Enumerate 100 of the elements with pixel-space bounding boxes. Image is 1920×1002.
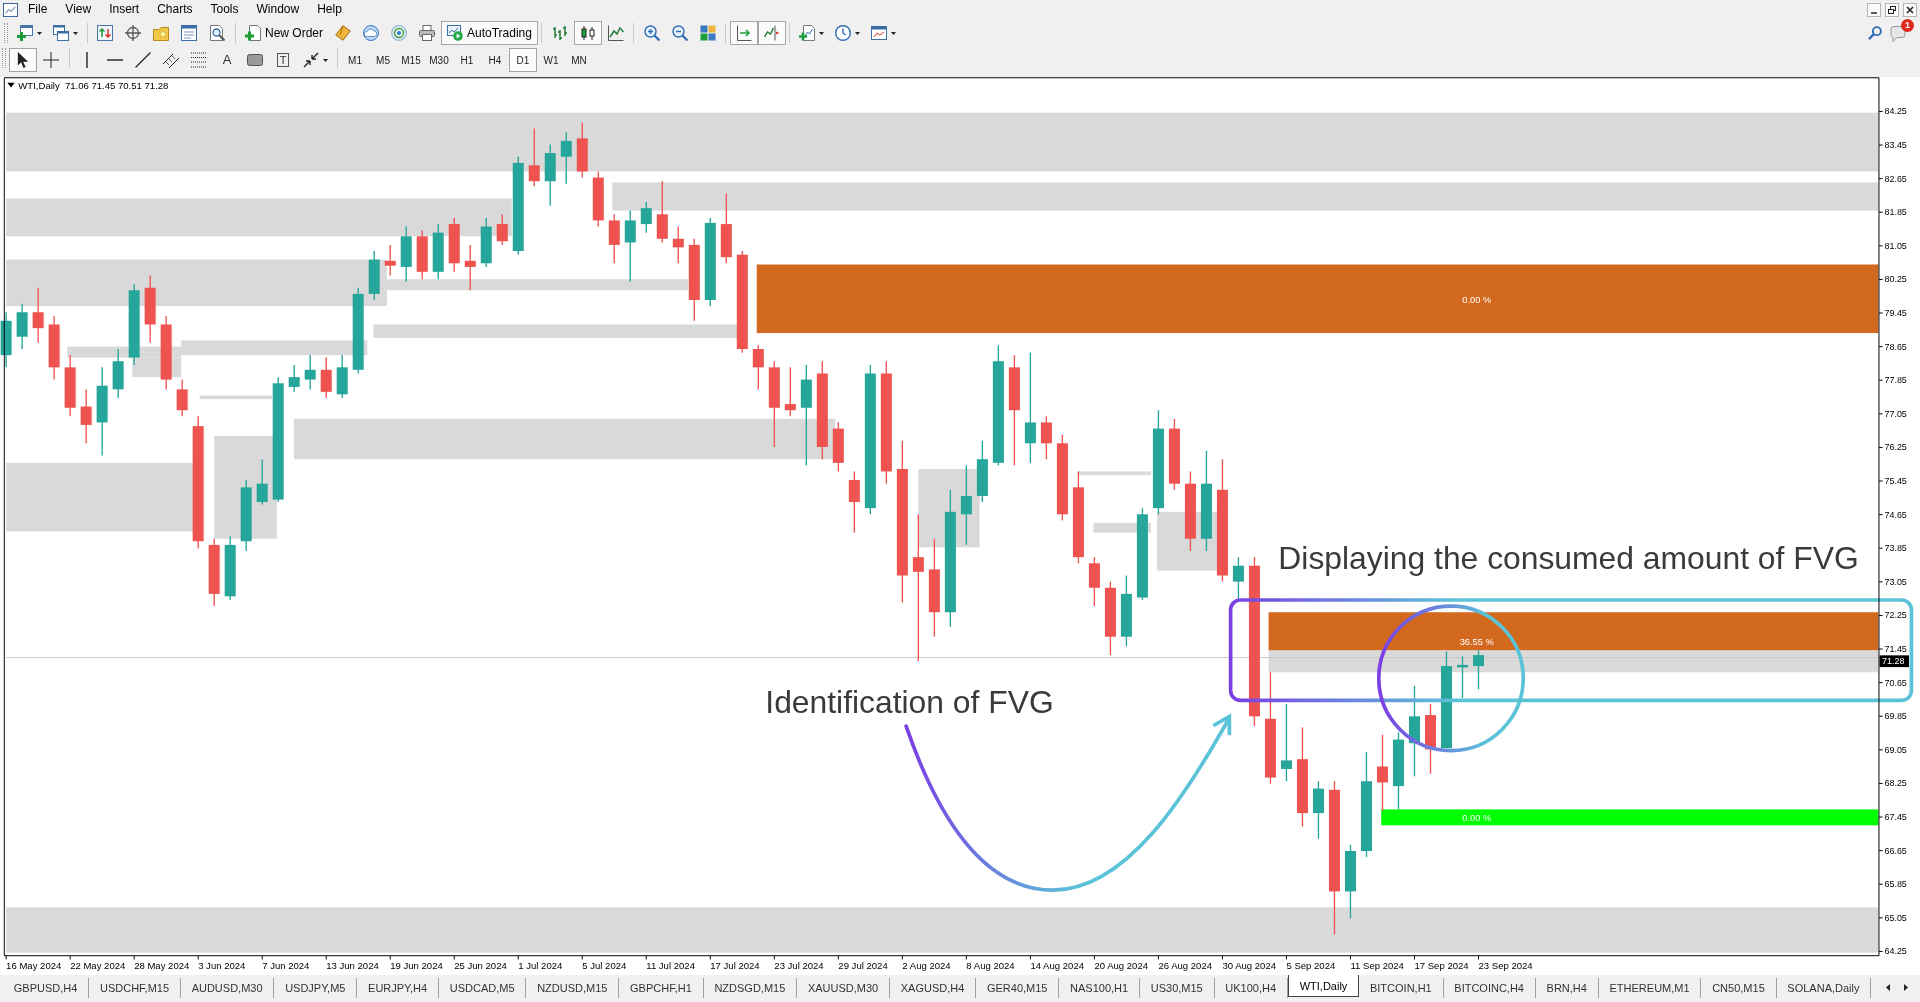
chart-tab[interactable]: WTI,Daily xyxy=(1287,975,1360,997)
app-icon[interactable] xyxy=(3,2,18,17)
right-arrow-icon[interactable] xyxy=(1904,983,1908,991)
bearish-candle xyxy=(80,388,92,444)
left-arrow-icon[interactable] xyxy=(1886,983,1890,991)
date-label: 22 May 2024 xyxy=(70,960,126,971)
chart-tab[interactable]: US30,M15 xyxy=(1139,978,1215,998)
chart-shift-button[interactable] xyxy=(757,21,786,45)
bullish-candle xyxy=(224,535,236,601)
cursor-button[interactable] xyxy=(9,48,37,72)
chart-window-icon[interactable] xyxy=(871,25,888,41)
chart-tab[interactable]: CN50,M15 xyxy=(1701,978,1777,998)
chart-tab[interactable]: AUDUSD,M30 xyxy=(180,978,275,998)
crosshair-circle-icon[interactable] xyxy=(125,25,141,41)
triangle-icon[interactable] xyxy=(7,82,15,88)
book-icon[interactable] xyxy=(335,25,351,41)
new-order-button[interactable]: New Order xyxy=(239,21,329,45)
text-tool[interactable]: A xyxy=(222,53,232,67)
chart-tab[interactable]: ETHEREUM,M1 xyxy=(1598,978,1702,998)
text-label-tool[interactable]: T xyxy=(276,53,290,67)
menu-item[interactable]: File xyxy=(19,1,57,18)
chart-tab[interactable]: GER40,M15 xyxy=(976,978,1060,998)
window-arrows-icon[interactable] xyxy=(97,25,113,41)
timeframe-button[interactable]: H1 xyxy=(453,48,481,72)
windows-icon[interactable] xyxy=(52,25,69,41)
chart-tab[interactable]: BITCOIN,H1 xyxy=(1359,978,1444,998)
zoom-out-icon[interactable] xyxy=(671,25,688,41)
menu-item[interactable]: Tools xyxy=(201,1,248,18)
caret-icon[interactable] xyxy=(855,31,861,35)
menu-item[interactable]: Help xyxy=(308,1,351,18)
caret-icon[interactable] xyxy=(891,31,897,35)
cursor-icon[interactable] xyxy=(15,52,31,68)
candlestick-chart-button[interactable] xyxy=(573,21,602,45)
parallel-lines-icon[interactable] xyxy=(163,52,179,68)
chat-bubble-icon[interactable] xyxy=(1890,26,1906,42)
caret-icon[interactable] xyxy=(322,58,328,62)
window-plus-icon[interactable] xyxy=(16,25,33,41)
doc-magnifier-icon[interactable] xyxy=(209,25,225,41)
chart-tab[interactable]: BRN,H4 xyxy=(1535,978,1599,998)
close-icon[interactable] xyxy=(1903,2,1917,17)
chart-tab[interactable]: NZDUSD,M15 xyxy=(526,978,620,998)
doc-plus-icon[interactable] xyxy=(245,25,261,41)
date-label: 14 Aug 2024 xyxy=(1030,960,1084,971)
restore-icon[interactable] xyxy=(1885,2,1899,17)
timeframe-button[interactable]: MN xyxy=(565,48,593,72)
timeframe-button[interactable]: H4 xyxy=(481,48,509,72)
chart-tab[interactable]: XAUUSD,M30 xyxy=(797,978,890,998)
crosshair-icon[interactable] xyxy=(43,52,59,68)
timeframe-button[interactable]: M30 xyxy=(425,48,453,72)
line-chart-icon[interactable] xyxy=(607,25,624,41)
chart-tab[interactable]: SOLANA,Daily xyxy=(1776,978,1872,998)
chart-tab[interactable]: USDCHF,M15 xyxy=(89,978,181,998)
chart-tab[interactable]: UK100,H4 xyxy=(1214,978,1288,998)
candlestick-icon[interactable] xyxy=(579,25,596,41)
timeframe-button[interactable]: M15 xyxy=(397,48,425,72)
chart-tab[interactable]: GBPUSD,H4 xyxy=(3,978,90,998)
minimize-icon[interactable] xyxy=(1867,2,1881,17)
chart-tab[interactable]: USDJPY,M5 xyxy=(274,978,358,998)
bearish-candle xyxy=(496,213,508,246)
current-price-tag: 71.28 xyxy=(1879,655,1909,668)
menu-item[interactable]: View xyxy=(56,1,101,18)
caret-icon[interactable] xyxy=(72,31,78,35)
chart-tab[interactable]: USDCAD,M5 xyxy=(438,978,527,998)
timeframe-button[interactable]: D1 xyxy=(509,48,537,72)
panel-window-icon[interactable] xyxy=(181,25,197,41)
chart-tab[interactable]: EURJPY,H4 xyxy=(357,978,439,998)
caret-icon[interactable] xyxy=(36,31,42,35)
menu-item[interactable]: Window xyxy=(247,1,309,18)
chart-tab[interactable]: BITCOINC,H4 xyxy=(1443,978,1536,998)
chart-tab[interactable]: XAGUSD,H4 xyxy=(890,978,977,998)
auto-scroll-button[interactable] xyxy=(729,21,758,45)
bar-chart-icon[interactable] xyxy=(551,25,568,41)
axis-arrow-icon[interactable] xyxy=(735,25,752,41)
chart-tab[interactable]: GBPCHF,H1 xyxy=(619,978,704,998)
rounded-rect-icon[interactable] xyxy=(247,52,263,68)
doc-chart-plus-icon[interactable] xyxy=(799,25,816,41)
cloud-icon[interactable] xyxy=(363,25,379,41)
chart-play-icon[interactable] xyxy=(447,25,463,41)
clock-icon[interactable] xyxy=(835,25,852,41)
menu-item[interactable]: Insert xyxy=(100,1,149,18)
signal-icon[interactable] xyxy=(391,25,407,41)
chart-marker-icon[interactable] xyxy=(763,25,780,41)
timeframe-button[interactable]: W1 xyxy=(537,48,565,72)
chart-tab[interactable]: NZDSGD,M15 xyxy=(703,978,798,998)
arrows-icon[interactable] xyxy=(302,52,319,68)
caret-icon[interactable] xyxy=(819,31,825,35)
chart-tab[interactable]: NAS100,H1 xyxy=(1059,978,1140,998)
dotted-lines-icon[interactable] xyxy=(191,52,207,68)
timeframe-button[interactable]: M5 xyxy=(369,48,397,72)
diagonal-line-icon[interactable] xyxy=(135,52,151,68)
timeframe-button[interactable]: M1 xyxy=(341,48,369,72)
search-icon[interactable] xyxy=(1868,26,1882,40)
four-squares-icon[interactable] xyxy=(699,25,716,41)
printer-icon[interactable] xyxy=(419,25,435,41)
bearish-candle xyxy=(832,421,844,473)
autotrading-button[interactable]: AutoTrading xyxy=(441,21,538,45)
zoom-in-icon[interactable] xyxy=(643,25,660,41)
menu-item[interactable]: Charts xyxy=(148,1,202,18)
folder-star-icon[interactable] xyxy=(153,25,169,41)
bearish-candle xyxy=(528,127,540,187)
